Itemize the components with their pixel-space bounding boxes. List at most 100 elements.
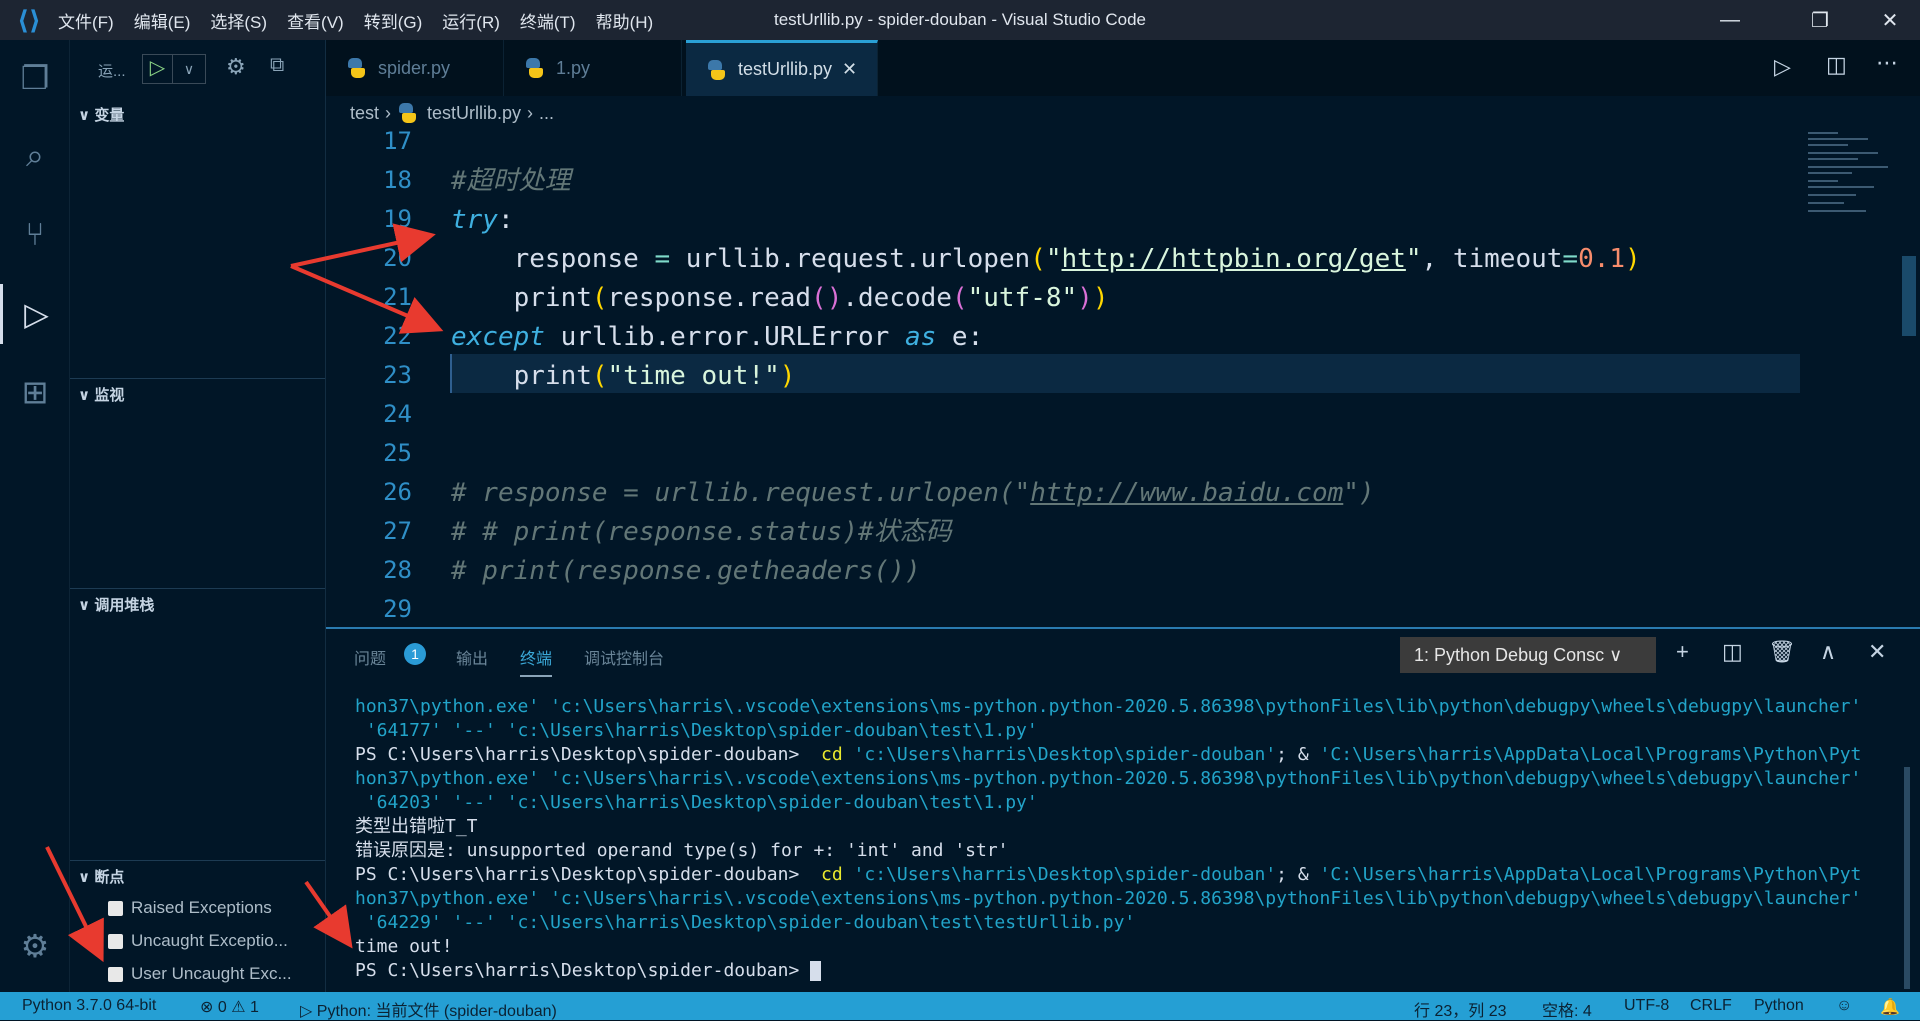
code-line: # print(response.getheaders()) xyxy=(451,552,921,591)
terminal-line: PS C:\Users\harris\Desktop\spider-douban… xyxy=(355,959,1895,983)
menu-file[interactable]: 文件(F) xyxy=(58,8,114,33)
debug-console-icon[interactable]: ⧉ xyxy=(270,54,284,77)
menu-view[interactable]: 查看(V) xyxy=(287,8,344,33)
cursor-position[interactable]: 行 23，列 23 xyxy=(1414,997,1507,1021)
terminal-text: '64177' '--' 'c:\Users\harris\Desktop\sp… xyxy=(355,720,1038,741)
feedback-icon[interactable]: ☺ xyxy=(1836,997,1852,1015)
breadcrumb-folder[interactable]: test xyxy=(350,103,379,124)
tab-testurllib-py[interactable]: testUrllib.py ✕ xyxy=(686,40,878,96)
code-token: except xyxy=(451,322,545,352)
breakpoint-raised-exceptions[interactable]: Raised Exceptions xyxy=(108,898,272,918)
checkbox[interactable] xyxy=(108,966,123,982)
settings-gear-icon[interactable]: ⚙ xyxy=(0,916,70,976)
restore-button[interactable]: ❐ xyxy=(1790,0,1850,40)
section-watch[interactable]: ∨ 监视 xyxy=(78,384,124,405)
terminal-cursor xyxy=(810,961,822,981)
search-icon[interactable]: ⌕ xyxy=(0,126,70,186)
code-token: ) xyxy=(1092,283,1109,313)
close-panel-icon[interactable]: ✕ xyxy=(1868,639,1886,665)
chevron-down-icon: ∨ xyxy=(1609,645,1623,665)
editor-tabs: spider.py 1.py testUrllib.py ✕ ▷ ◫ ⋯ xyxy=(326,40,1920,96)
terminal-text: 'c:\Users\harris\Desktop\spider-douban' xyxy=(842,864,1277,885)
terminal-line: 类型出错啦T_T xyxy=(355,815,1895,839)
code-token: response xyxy=(451,244,655,274)
divider xyxy=(70,378,325,379)
debug-config-status[interactable]: ▷ Python: 当前文件 (spider-douban) xyxy=(300,997,557,1021)
gear-icon[interactable]: ⚙ xyxy=(226,54,246,80)
close-window-button[interactable]: ✕ xyxy=(1860,0,1920,40)
breadcrumb-symbol[interactable]: ... xyxy=(539,103,554,124)
code-token: " xyxy=(1045,244,1062,274)
section-call-stack[interactable]: ∨ 调用堆栈 xyxy=(78,594,154,615)
tab-terminal[interactable]: 终端 xyxy=(520,645,553,677)
minimap[interactable] xyxy=(1806,130,1902,230)
problems-status[interactable]: ⊗ 0 ⚠ 1 xyxy=(200,997,259,1017)
line-ending[interactable]: CRLF xyxy=(1690,997,1732,1015)
source-control-icon[interactable]: ⑂ xyxy=(0,204,70,264)
tab-1-py[interactable]: 1.py xyxy=(504,40,682,96)
code-line: try: xyxy=(451,201,514,240)
code-token: try xyxy=(451,205,498,235)
encoding[interactable]: UTF-8 xyxy=(1624,997,1669,1015)
line-number: 21 xyxy=(383,283,412,311)
section-breakpoints[interactable]: ∨ 断点 xyxy=(78,866,124,887)
new-terminal-icon[interactable]: + xyxy=(1676,639,1689,665)
code-token: : xyxy=(497,205,514,235)
menu-go[interactable]: 转到(G) xyxy=(364,8,423,33)
run-debug-icon[interactable]: ▷ xyxy=(0,284,70,344)
checkbox[interactable] xyxy=(108,900,123,916)
trash-icon[interactable]: 🗑 xyxy=(1768,639,1796,665)
code-token: " xyxy=(1405,244,1422,274)
run-file-icon[interactable]: ▷ xyxy=(1774,54,1791,80)
breadcrumb-file[interactable]: testUrllib.py xyxy=(427,103,521,124)
code-line: # response = urllib.request.urlopen("htt… xyxy=(451,474,1375,513)
split-terminal-icon[interactable]: ◫ xyxy=(1722,639,1743,665)
language-mode[interactable]: Python xyxy=(1754,997,1804,1015)
extensions-icon[interactable]: ⊞ xyxy=(0,362,70,422)
maximize-panel-icon[interactable]: ∧ xyxy=(1820,639,1836,665)
line-number: 18 xyxy=(383,166,412,194)
terminal-scrollbar[interactable] xyxy=(1904,767,1910,989)
chevron-down-icon[interactable]: ∨ xyxy=(173,55,205,83)
breakpoint-user-uncaught[interactable]: User Uncaught Exc... xyxy=(108,964,292,984)
breakpoint-label: Uncaught Exceptio... xyxy=(131,931,288,950)
code-editor[interactable]: 17 18 #超时处理 19 try: 20 response = urllib.requ… xyxy=(326,127,1806,626)
menu-run[interactable]: 运行(R) xyxy=(442,8,500,33)
divider xyxy=(70,588,325,589)
terminal-text: 'c:\Users\harris\Desktop\spider-douban' xyxy=(842,744,1277,765)
tab-spider-py[interactable]: spider.py xyxy=(326,40,504,96)
code-token: ( xyxy=(591,283,608,313)
code-token: "time out!" xyxy=(607,361,780,391)
menu-help[interactable]: 帮助(H) xyxy=(596,8,654,33)
more-actions-icon[interactable]: ⋯ xyxy=(1876,50,1898,76)
editor-scrollbar[interactable] xyxy=(1902,256,1916,336)
code-token: response.read xyxy=(607,283,812,313)
terminal-select[interactable]: 1: Python Debug Consc ∨ xyxy=(1400,637,1656,673)
python-interpreter[interactable]: Python 3.7.0 64-bit xyxy=(22,997,156,1015)
terminal-output[interactable]: hon37\python.exe' 'c:\Users\harris\.vsco… xyxy=(355,695,1895,983)
checkbox[interactable] xyxy=(108,933,123,949)
menu-selection[interactable]: 选择(S) xyxy=(210,8,267,33)
code-line: #超时处理 xyxy=(451,162,571,201)
tab-output[interactable]: 输出 xyxy=(456,645,488,669)
tab-close-icon[interactable]: ✕ xyxy=(842,59,857,80)
line-number: 19 xyxy=(383,205,412,233)
code-token: = xyxy=(1562,244,1579,274)
indentation[interactable]: 空格: 4 xyxy=(1542,997,1592,1021)
menu-edit[interactable]: 编辑(E) xyxy=(134,8,191,33)
split-editor-icon[interactable]: ◫ xyxy=(1826,52,1847,78)
section-variables[interactable]: ∨ 变量 xyxy=(78,104,124,125)
tab-debug-console[interactable]: 调试控制台 xyxy=(584,645,664,669)
breakpoint-uncaught-exceptions[interactable]: Uncaught Exceptio... xyxy=(108,931,288,951)
code-token: 0.1 xyxy=(1578,244,1626,274)
menu-terminal[interactable]: 终端(T) xyxy=(520,8,576,33)
status-bar: Python 3.7.0 64-bit ⊗ 0 ⚠ 1 ▷ Python: 当前… xyxy=(0,992,1920,1020)
code-line: # # print(response.status)#状态码 xyxy=(451,513,952,552)
start-debugging-icon[interactable]: ▷ xyxy=(143,55,173,83)
minimize-button[interactable]: — xyxy=(1700,0,1760,40)
run-config-dropdown[interactable]: ▷ ∨ xyxy=(142,54,206,84)
tab-problems[interactable]: 问题 xyxy=(354,645,386,669)
explorer-icon[interactable]: ❐ xyxy=(0,48,70,108)
terminal-line: hon37\python.exe' 'c:\Users\harris\.vsco… xyxy=(355,695,1895,719)
notifications-bell-icon[interactable]: 🔔 xyxy=(1880,997,1900,1017)
